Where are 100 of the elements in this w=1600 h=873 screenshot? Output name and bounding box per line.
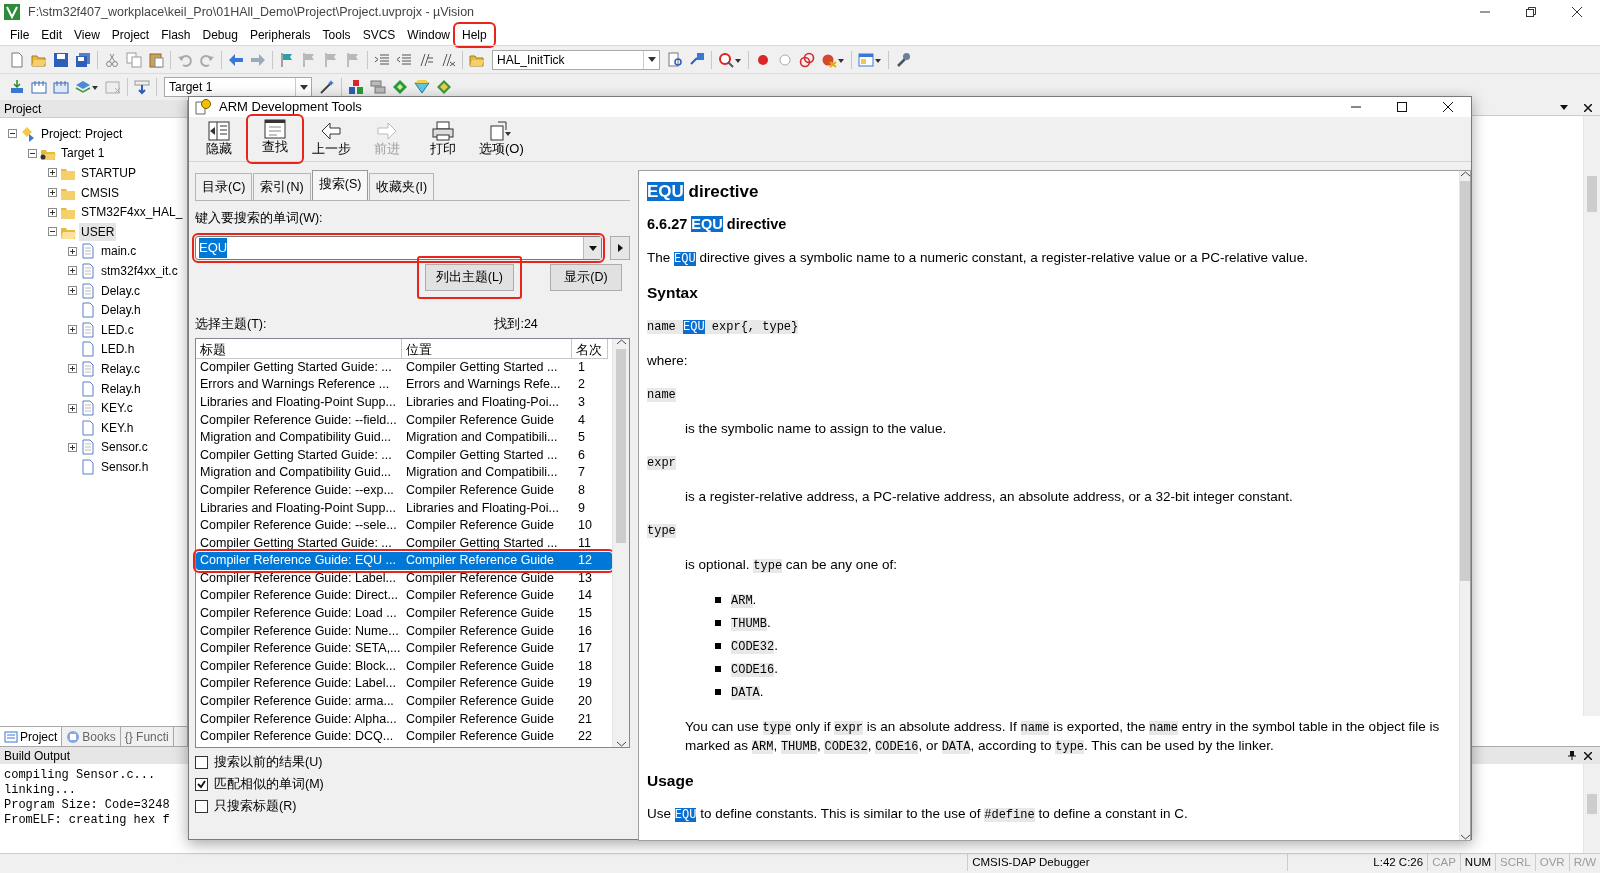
tree-item[interactable]: KEY.c	[99, 399, 135, 418]
wrench-icon[interactable]	[895, 51, 911, 68]
tree-item[interactable]: Project: Project	[39, 124, 125, 143]
scrollbar[interactable]	[1459, 170, 1470, 840]
menu-item[interactable]: Flash	[155, 24, 197, 45]
list-row[interactable]: Migration and Compatibility Guid... Migration and Compatibili... 5	[196, 429, 612, 447]
expander-box[interactable]	[8, 129, 17, 139]
tree-item[interactable]: Target 1	[59, 144, 107, 163]
tree-item[interactable]: Delay.h	[99, 301, 143, 320]
action-button[interactable]: 显示(D)	[550, 264, 622, 291]
expander-box[interactable]	[68, 403, 77, 413]
action-button[interactable]: 列出主题(L)	[424, 264, 514, 291]
menu-item[interactable]: Debug	[196, 24, 244, 45]
tab[interactable]: 目录(C)	[195, 172, 253, 201]
close-icon[interactable]	[1584, 103, 1592, 112]
expander-box[interactable]	[68, 286, 77, 296]
toolbar-button[interactable]: 选项(O)	[473, 118, 530, 159]
target-combo[interactable]: Target 1	[164, 77, 312, 97]
expander-box[interactable]	[48, 207, 57, 217]
tree-item[interactable]: LED.c	[99, 320, 136, 339]
close-icon[interactable]	[1584, 751, 1592, 760]
list-row[interactable]: Compiler Reference Guide: Nume... Compiler Reference Guide 16	[196, 622, 612, 641]
stack-icon[interactable]	[370, 79, 386, 95]
list-row[interactable]: Compiler Reference Guide: Direct... Compiler Reference Guide 14	[196, 587, 612, 606]
window-icon[interactable]	[858, 51, 882, 68]
scrollbar[interactable]	[1583, 116, 1600, 716]
list-row[interactable]: Compiler Reference Guide: Label... Compiler Reference Guide 19	[196, 675, 612, 694]
function-combo[interactable]: HAL_InitTick	[492, 49, 660, 70]
close-icon[interactable]	[1443, 101, 1453, 112]
cut-icon[interactable]	[104, 51, 120, 68]
linked-circles-icon[interactable]	[799, 51, 815, 68]
menu-item[interactable]: View	[68, 24, 106, 45]
checkbox[interactable]	[195, 778, 208, 792]
diamond-icon[interactable]	[392, 79, 408, 95]
list-row[interactable]: Compiler Getting Started Guide: ... Compiler Getting Started ... 1	[196, 358, 612, 377]
dropdown-icon[interactable]	[588, 245, 597, 251]
list-row[interactable]: Compiler Reference Guide: --sele... Compiler Reference Guide 10	[196, 517, 612, 535]
toolbar-button[interactable]: 查找	[249, 116, 301, 161]
expander-box[interactable]	[48, 227, 57, 237]
expander-box[interactable]	[68, 442, 77, 452]
scroll-up-icon[interactable]	[616, 338, 626, 345]
menu-item[interactable]: SVCS	[356, 24, 402, 45]
menu-item[interactable]: Edit	[35, 24, 69, 45]
magic-wand-icon[interactable]	[319, 79, 335, 95]
search-field[interactable]: EQU	[195, 236, 602, 260]
expander-box[interactable]	[28, 148, 37, 158]
rebuild-icon[interactable]	[53, 79, 69, 95]
paste-icon[interactable]	[148, 51, 164, 68]
list-row[interactable]: Errors and Warnings Reference ... Errors and Warnings Refe... 2	[196, 376, 612, 394]
menu-item[interactable]: Help	[456, 24, 493, 45]
expander-box[interactable]	[68, 246, 77, 256]
tree-item[interactable]: main.c	[99, 242, 139, 261]
list-row[interactable]: Migration and Compatibility Guid... Migration and Compatibili... 7	[196, 464, 612, 482]
translate-icon[interactable]	[9, 79, 25, 95]
next-button[interactable]	[610, 236, 630, 260]
toolbar-button[interactable]: 隐藏	[193, 118, 245, 159]
tree-item[interactable]: stm32f4xx_it.c	[99, 261, 180, 280]
list-row[interactable]: Compiler Reference Guide: --field... Compiler Reference Guide 4	[196, 411, 612, 430]
menu-item[interactable]: Window	[401, 24, 456, 45]
expander-box[interactable]	[68, 364, 77, 374]
toolbar-button[interactable]: 上一步	[305, 118, 357, 159]
scroll-up-icon[interactable]	[1460, 170, 1470, 177]
menu-item[interactable]: Tools	[316, 24, 357, 45]
expander-box[interactable]	[48, 168, 57, 178]
dropdown-icon[interactable]	[647, 57, 656, 62]
palette-icon[interactable]	[436, 79, 452, 95]
tab[interactable]: 索引(N)	[253, 172, 311, 201]
layers-icon[interactable]	[75, 79, 99, 95]
download-icon[interactable]	[134, 79, 150, 95]
scrollbar[interactable]	[612, 338, 629, 747]
tree-item[interactable]: USER	[79, 222, 117, 241]
scroll-down-icon[interactable]	[616, 740, 626, 747]
column-header[interactable]: 名次	[572, 338, 608, 359]
tab[interactable]: 收藏夹(I)	[369, 172, 435, 201]
restore-icon[interactable]	[1526, 7, 1536, 17]
pin-icon[interactable]	[1568, 751, 1576, 760]
list-row[interactable]: Compiler Reference Guide: arma... Compiler Reference Guide 20	[196, 693, 612, 711]
flag-icon[interactable]	[279, 51, 295, 68]
list-row[interactable]: Compiler Reference Guide: Load ... Compiler Reference Guide 15	[196, 605, 612, 623]
maximize-icon[interactable]	[1397, 101, 1407, 112]
menu-item[interactable]: Peripherals	[243, 24, 317, 45]
scrollbar[interactable]	[1583, 764, 1600, 853]
tree-item[interactable]: CMSIS	[79, 183, 121, 202]
list-row[interactable]: Libraries and Floating-Point Supp... Libraries and Floating-Poi... 9	[196, 499, 612, 518]
list-row[interactable]: Compiler Reference Guide: Block... Compiler Reference Guide 18	[196, 657, 612, 676]
scroll-down-icon[interactable]	[1460, 833, 1470, 840]
list-row[interactable]: Compiler Reference Guide: --exp... Compiler Reference Guide 8	[196, 481, 612, 500]
save-icon[interactable]	[53, 51, 69, 68]
list-row[interactable]: Compiler Reference Guide: Alpha... Compiler Reference Guide 21	[196, 710, 612, 729]
magnifier-icon[interactable]	[718, 51, 742, 68]
find-file-icon[interactable]	[667, 51, 683, 68]
gem-icon[interactable]	[414, 79, 430, 95]
tree-item[interactable]: STARTUP	[79, 164, 138, 182]
components-icon[interactable]	[348, 79, 364, 95]
tree-item[interactable]: Delay.c	[99, 281, 143, 300]
toolbar-button[interactable]: 打印	[417, 118, 469, 159]
list-row[interactable]: Compiler Getting Started Guide: ... Compiler Getting Started ... 11	[196, 534, 612, 553]
tree-item[interactable]: Relay.c	[99, 359, 143, 378]
dropdown-icon[interactable]	[299, 84, 308, 90]
tree-item[interactable]: Sensor.h	[99, 457, 151, 476]
